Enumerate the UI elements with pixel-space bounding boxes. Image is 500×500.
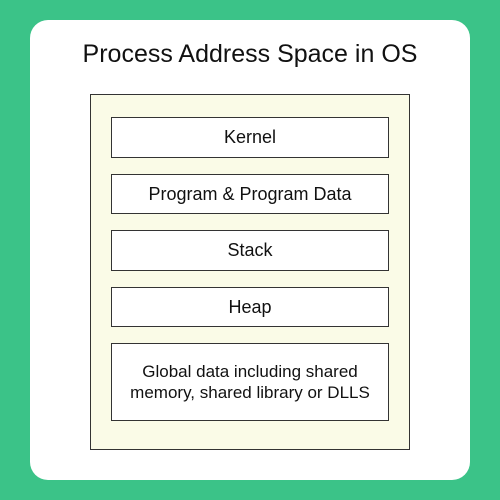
segment-stack: Stack xyxy=(111,230,389,271)
segment-kernel: Kernel xyxy=(111,117,389,158)
diagram-title: Process Address Space in OS xyxy=(83,40,418,69)
segment-program-data: Program & Program Data xyxy=(111,174,389,215)
address-space-container: Kernel Program & Program Data Stack Heap… xyxy=(90,94,410,450)
diagram-card: Process Address Space in OS Kernel Progr… xyxy=(30,20,470,480)
segment-heap: Heap xyxy=(111,287,389,328)
segment-global-data: Global data including shared memory, sha… xyxy=(111,343,389,421)
